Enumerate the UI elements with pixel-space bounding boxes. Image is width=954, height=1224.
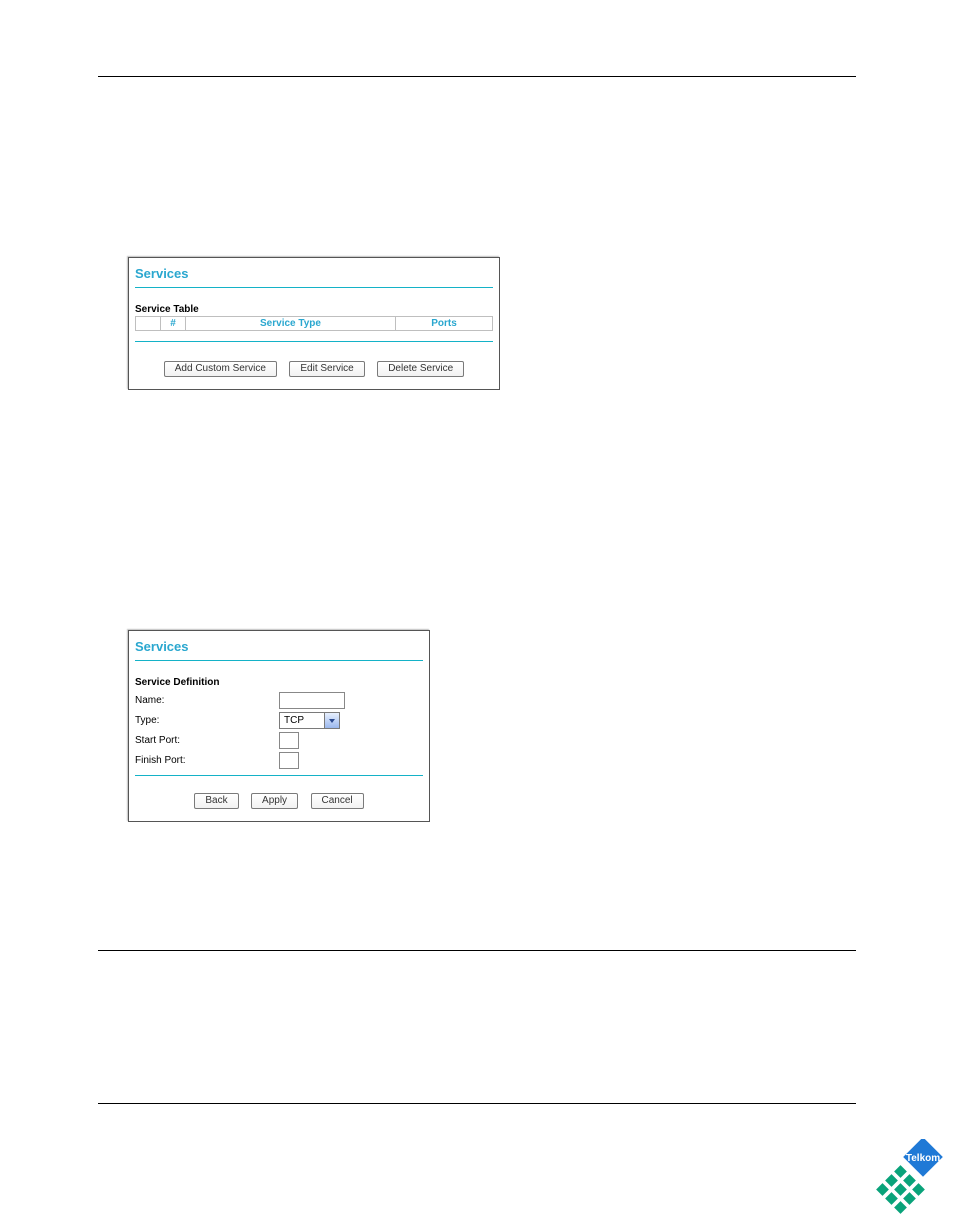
section-label-service-table: Service Table xyxy=(135,304,495,315)
name-input[interactable] xyxy=(279,692,345,709)
form-row-start-port: Start Port: xyxy=(135,732,423,749)
finish-port-input[interactable] xyxy=(279,752,299,769)
panel-divider xyxy=(135,341,493,342)
chevron-down-icon xyxy=(324,713,339,728)
section-label-service-definition: Service Definition xyxy=(135,677,425,688)
panel-divider xyxy=(135,775,423,776)
telkom-logo: Telkom xyxy=(866,1139,946,1224)
form-row-name: Name: xyxy=(135,692,423,709)
panel-divider xyxy=(135,287,493,288)
name-label: Name: xyxy=(135,695,279,706)
svg-text:Telkom: Telkom xyxy=(906,1153,940,1164)
services-definition-panel: Services Service Definition Name: Type: … xyxy=(128,630,430,822)
panel-divider xyxy=(135,660,423,661)
table-header-row: # Service Type Ports xyxy=(136,317,493,331)
col-service-type: Service Type xyxy=(186,317,396,331)
delete-service-button[interactable]: Delete Service xyxy=(377,361,464,377)
service-definition-button-row: Back Apply Cancel xyxy=(133,790,425,809)
back-button[interactable]: Back xyxy=(194,793,238,809)
form-row-finish-port: Finish Port: xyxy=(135,752,423,769)
form-row-type: Type: TCP xyxy=(135,712,423,729)
col-hash: # xyxy=(161,317,186,331)
type-select-value: TCP xyxy=(280,715,324,726)
finish-port-label: Finish Port: xyxy=(135,755,279,766)
panel-title: Services xyxy=(135,639,425,654)
service-table-button-row: Add Custom Service Edit Service Delete S… xyxy=(133,358,495,377)
type-label: Type: xyxy=(135,715,279,726)
apply-button[interactable]: Apply xyxy=(251,793,298,809)
service-table: # Service Type Ports xyxy=(135,316,493,331)
add-custom-service-button[interactable]: Add Custom Service xyxy=(164,361,277,377)
panel-title: Services xyxy=(135,266,495,281)
start-port-input[interactable] xyxy=(279,732,299,749)
edit-service-button[interactable]: Edit Service xyxy=(289,361,364,377)
col-select xyxy=(136,317,161,331)
services-table-panel: Services Service Table # Service Type Po… xyxy=(128,257,500,390)
cancel-button[interactable]: Cancel xyxy=(311,793,364,809)
mid-horizontal-rule xyxy=(98,950,856,951)
start-port-label: Start Port: xyxy=(135,735,279,746)
col-ports: Ports xyxy=(396,317,493,331)
type-select[interactable]: TCP xyxy=(279,712,340,729)
top-horizontal-rule xyxy=(98,76,856,77)
